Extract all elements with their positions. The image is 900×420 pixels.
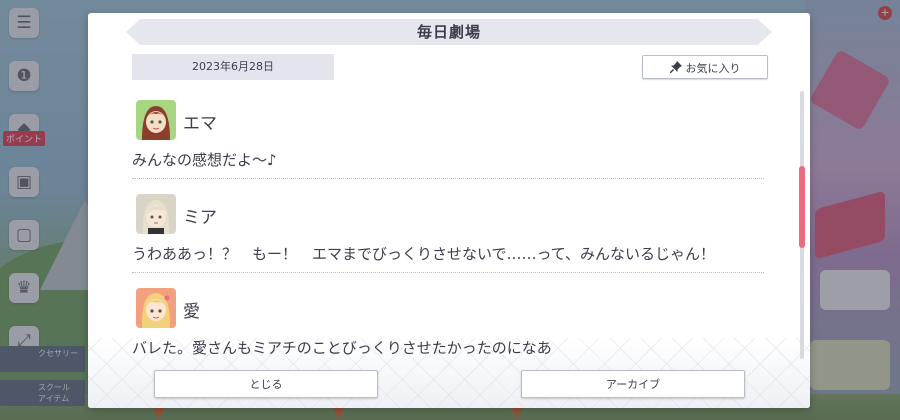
- divider: [132, 272, 764, 273]
- dialogue-text: バレた。愛さんもミアチのことびっくりさせたかったのになあ: [132, 339, 552, 357]
- conversation-log[interactable]: エマ みんなの感想だよ～♪ ミア うわああっ！？ もー！ エマまでびっくりさせな…: [132, 97, 766, 365]
- character-name: エマ: [183, 114, 217, 134]
- dialogue-text: うわああっ！？ もー！ エマまでびっくりさせないで……って、みんないるじゃん！: [132, 245, 716, 263]
- dialogue-entry: ミア うわああっ！？ もー！ エマまでびっくりさせないで……って、みんないるじゃ…: [132, 191, 766, 285]
- character-name: ミア: [183, 208, 217, 228]
- title-bar: 毎日劇場: [126, 19, 772, 45]
- dialog-title: 毎日劇場: [416, 23, 481, 41]
- dialogue-text: みんなの感想だよ～♪: [132, 151, 277, 169]
- favorite-label: お気に入り: [685, 62, 741, 75]
- divider: [132, 178, 764, 179]
- daily-theater-dialog: 毎日劇場 2023年6月28日 お気に入り エマ みんなの感想だよ～♪ ミア う…: [88, 13, 810, 408]
- character-avatar: [136, 288, 176, 328]
- character-avatar: [136, 100, 176, 140]
- dialogue-entry: 愛 バレた。愛さんもミアチのことびっくりさせたかったのになあ: [132, 285, 766, 365]
- archive-button[interactable]: アーカイブ: [521, 370, 745, 398]
- character-name: 愛: [183, 302, 200, 322]
- favorite-button[interactable]: お気に入り: [642, 55, 768, 79]
- date-label: 2023年6月28日: [132, 54, 334, 80]
- character-avatar: [136, 194, 176, 234]
- scrollbar-thumb[interactable]: [799, 166, 805, 248]
- dialogue-entry: エマ みんなの感想だよ～♪: [132, 97, 766, 191]
- pin-icon: [668, 56, 682, 80]
- close-button[interactable]: とじる: [154, 370, 378, 398]
